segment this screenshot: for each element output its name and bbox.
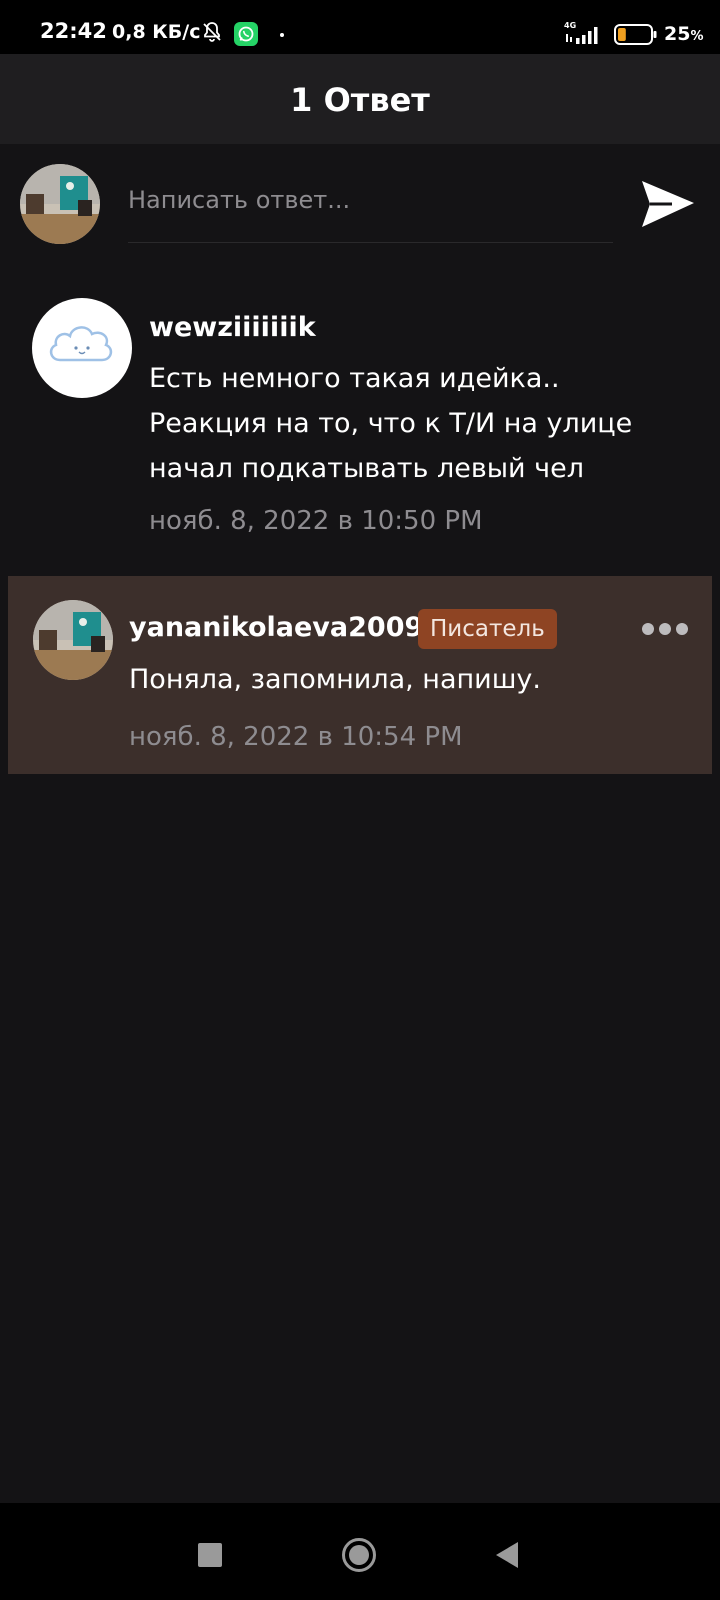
system-nav-bar xyxy=(0,1503,720,1600)
signal-icon: 4G xyxy=(564,21,598,44)
reply-timestamp: нояб. 8, 2022 в 10:54 PM xyxy=(129,722,463,752)
reply-card: yananikolaeva2009 Писатель Поняла, запом… xyxy=(8,576,712,774)
bell-off-icon xyxy=(203,22,221,42)
send-icon[interactable] xyxy=(638,175,698,235)
reply-username[interactable]: yananikolaeva2009 xyxy=(129,612,423,644)
battery-icon xyxy=(614,24,657,45)
parent-timestamp: нояб. 8, 2022 в 10:50 PM xyxy=(149,506,483,536)
parent-user-avatar[interactable] xyxy=(32,298,132,398)
more-dots-icon[interactable] xyxy=(641,620,689,638)
battery-percent: 25% xyxy=(664,23,704,45)
status-time: 22:42 xyxy=(40,19,107,43)
home-icon[interactable] xyxy=(341,1537,377,1573)
parent-username[interactable]: wewziiiiiiik xyxy=(149,312,316,344)
reply-thread-screen: 22:42 0,8 КБ/с 4G 25% 1 Ответ Написать о… xyxy=(0,0,720,1600)
network-speed: 0,8 КБ/с xyxy=(112,21,201,43)
svg-text:4G: 4G xyxy=(564,21,576,30)
status-bar: 22:42 0,8 КБ/с 4G 25% xyxy=(0,0,720,54)
recents-icon[interactable] xyxy=(198,1543,222,1567)
reply-user-avatar[interactable] xyxy=(33,600,113,680)
parent-comment-text: Есть немного такая идейка.. Реакция на т… xyxy=(149,356,689,491)
reply-text: Поняла, запомнила, напишу. xyxy=(129,664,541,695)
header-bar: 1 Ответ xyxy=(0,54,720,144)
whatsapp-icon xyxy=(234,22,258,46)
comment-line: начал подкатывать левый чел xyxy=(149,453,585,484)
current-user-avatar xyxy=(20,164,100,244)
reply-input[interactable] xyxy=(128,178,613,222)
page-title: 1 Ответ xyxy=(290,81,430,119)
notification-dot xyxy=(280,33,284,37)
input-underline xyxy=(128,242,613,243)
back-icon[interactable] xyxy=(494,1540,520,1570)
comment-line: Есть немного такая идейка.. xyxy=(149,363,560,394)
comment-line: Реакция на то, что к Т/И на улице xyxy=(149,408,633,439)
writer-badge: Писатель xyxy=(418,609,557,649)
